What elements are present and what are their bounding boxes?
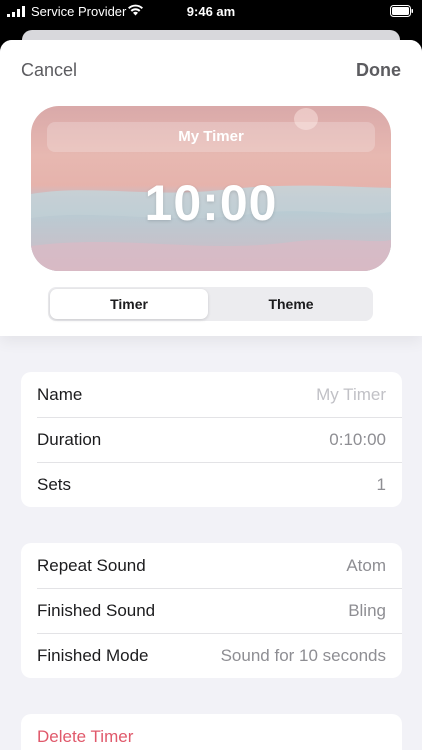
timer-theme-segmented-control: Timer Theme <box>48 287 373 321</box>
name-label: Name <box>37 384 83 404</box>
finished-sound-row[interactable]: Finished Sound Bling <box>21 588 402 633</box>
battery-icon <box>390 5 413 17</box>
status-bar: Service Provider 9:46 am <box>0 0 422 24</box>
finished-mode-value: Sound for 10 seconds <box>220 645 386 665</box>
delete-group: Delete Timer <box>21 714 402 750</box>
name-input[interactable]: My Timer <box>316 385 386 405</box>
duration-row[interactable]: Duration 0:10:00 <box>21 417 402 462</box>
finished-mode-label: Finished Mode <box>37 645 149 665</box>
timer-settings-group: Name My Timer Duration 0:10:00 Sets 1 <box>21 372 402 507</box>
preview-timer-title: My Timer <box>178 128 244 145</box>
name-row[interactable]: Name My Timer <box>21 372 402 417</box>
sets-row[interactable]: Sets 1 <box>21 462 402 507</box>
finished-sound-label: Finished Sound <box>37 600 156 620</box>
cancel-button[interactable]: Cancel <box>21 60 77 81</box>
edit-timer-sheet: Cancel Done My Timer 10:00 Timer Theme N… <box>0 40 422 750</box>
finished-sound-value: Bling <box>348 600 386 620</box>
status-clock: 9:46 am <box>186 4 236 19</box>
repeat-sound-label: Repeat Sound <box>37 555 146 575</box>
repeat-sound-value: Atom <box>346 555 386 575</box>
segment-theme[interactable]: Theme <box>212 289 370 319</box>
done-button[interactable]: Done <box>356 60 401 81</box>
repeat-sound-row[interactable]: Repeat Sound Atom <box>21 543 402 588</box>
sound-settings-group: Repeat Sound Atom Finished Sound Bling F… <box>21 543 402 678</box>
sets-label: Sets <box>37 474 72 494</box>
preview-timer-time: 10:00 <box>144 175 278 231</box>
sets-value: 1 <box>376 474 386 494</box>
duration-label: Duration <box>37 429 102 449</box>
finished-mode-row[interactable]: Finished Mode Sound for 10 seconds <box>21 633 402 678</box>
timer-preview-card: My Timer 10:00 <box>31 106 391 271</box>
segment-timer[interactable]: Timer <box>50 289 208 319</box>
delete-timer-button[interactable]: Delete Timer <box>21 714 402 750</box>
duration-value: 0:10:00 <box>329 429 386 449</box>
delete-timer-label: Delete Timer <box>37 726 134 746</box>
sheet-header: Cancel Done My Timer 10:00 Timer Theme <box>0 40 422 336</box>
